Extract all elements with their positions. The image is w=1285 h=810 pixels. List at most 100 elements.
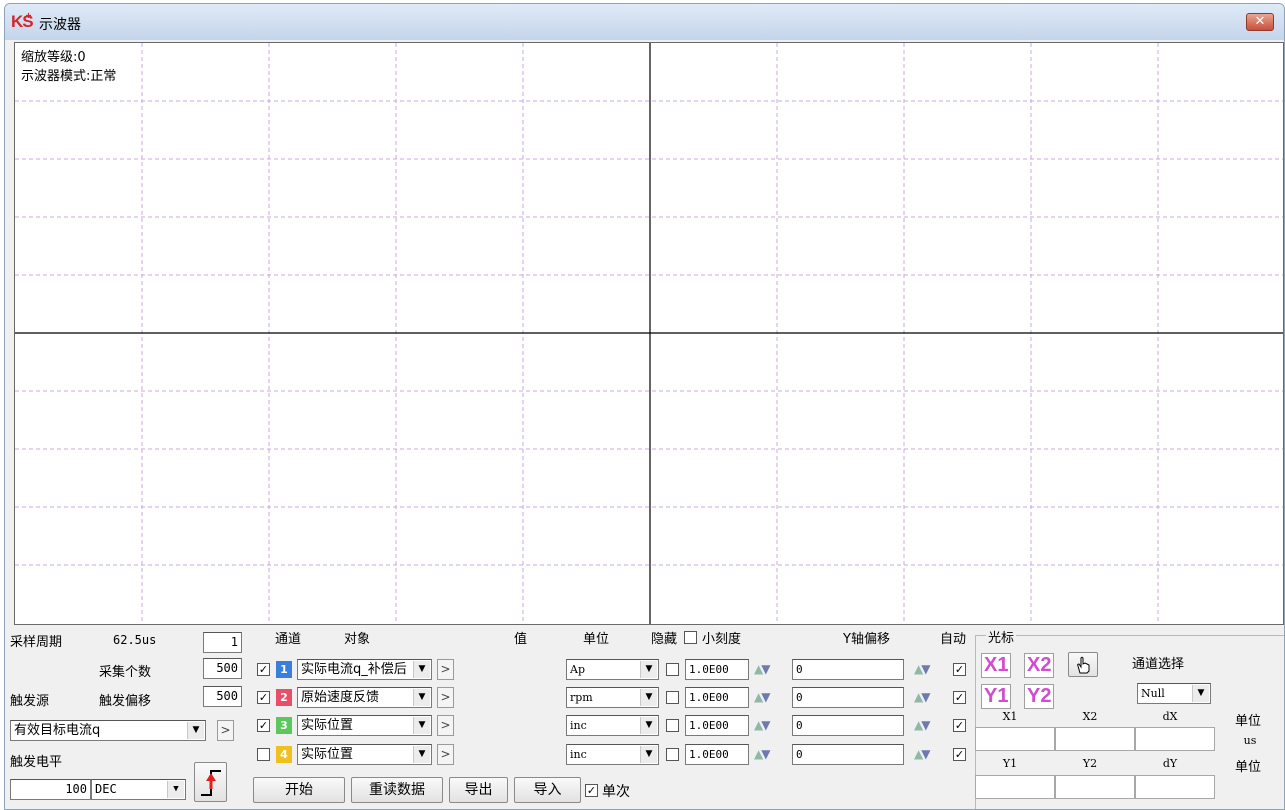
channel-unit-select[interactable]: Ap ▼	[566, 659, 659, 680]
channel-auto-checkbox[interactable]: ✓	[953, 663, 966, 676]
channel-enable-checkbox[interactable]: ✓	[257, 663, 270, 676]
chevron-down-icon: ▼	[1192, 685, 1209, 702]
sample-count-label: 采集个数	[99, 665, 152, 680]
header-hide: 隐藏	[651, 632, 678, 647]
col-dx-label: dX	[1162, 710, 1178, 723]
cursor-channel-select[interactable]: Null ▼	[1137, 683, 1211, 704]
chevron-down-icon: ▼	[413, 661, 430, 678]
close-button[interactable]: ✕	[1246, 13, 1274, 31]
channel-scale-input[interactable]: 1.0E00	[685, 687, 749, 708]
chevron-down-icon: ▼	[413, 746, 430, 763]
trigger-source-more-button[interactable]: >	[217, 720, 234, 741]
channel-enable-checkbox[interactable]	[257, 748, 270, 761]
channel-enable-checkbox[interactable]: ✓	[257, 719, 270, 732]
trigger-offset-input[interactable]: 500	[203, 686, 242, 707]
y1-value-cell	[975, 775, 1055, 799]
sample-count-input[interactable]: 500	[203, 658, 242, 679]
scale-spinner[interactable]: ▲▼	[754, 659, 788, 679]
trigger-level-label: 触发电平	[10, 755, 63, 770]
offset-spinner[interactable]: ▲▼	[914, 715, 948, 735]
number-format-select[interactable]: DEC ▼	[91, 779, 186, 800]
trigger-level-input[interactable]: 100	[10, 779, 91, 800]
cursor-y2-button[interactable]: Y2	[1024, 684, 1055, 709]
channel-offset-input[interactable]: 0	[792, 659, 904, 680]
offset-spinner[interactable]: ▲▼	[914, 659, 948, 679]
channel-offset-input[interactable]: 0	[792, 687, 904, 708]
export-button[interactable]: 导出	[449, 777, 508, 803]
channel-enable-checkbox[interactable]: ✓	[257, 691, 270, 704]
scale-spinner[interactable]: ▲▼	[754, 687, 788, 707]
scale-spinner[interactable]: ▲▼	[754, 744, 788, 764]
col-dy-label: dY	[1162, 757, 1178, 770]
hand-pointer-icon	[1077, 656, 1090, 674]
y2-value-cell	[1055, 775, 1135, 799]
unit-label-2: 单位	[1235, 760, 1262, 775]
header-fine-scale: 小刻度	[702, 632, 742, 647]
x2-value-cell	[1055, 727, 1135, 751]
scale-spinner[interactable]: ▲▼	[754, 715, 788, 735]
offset-spinner[interactable]: ▲▼	[914, 744, 948, 764]
channel-object-select[interactable]: 实际位置 ▼	[297, 715, 432, 736]
channel-object-more-button[interactable]: >	[437, 687, 454, 708]
scope-grid	[15, 43, 1283, 624]
channel-value-display	[459, 715, 563, 736]
rising-edge-icon	[201, 770, 221, 796]
import-button[interactable]: 导入	[514, 777, 581, 803]
channel-object-more-button[interactable]: >	[437, 744, 454, 765]
single-shot-checkbox[interactable]: ✓	[585, 784, 598, 797]
x1-value-cell	[975, 727, 1055, 751]
col-x1-label: X1	[1002, 710, 1018, 723]
channel-auto-checkbox[interactable]: ✓	[953, 719, 966, 732]
arrow-down-icon: ▼	[921, 690, 930, 704]
channel-unit-select[interactable]: rpm ▼	[566, 687, 659, 708]
fine-scale-checkbox[interactable]	[684, 631, 697, 644]
trigger-source-select[interactable]: 有效目标电流q ▼	[10, 720, 206, 741]
scope-display[interactable]: 缩放等级:0 示波器模式:正常	[14, 42, 1284, 625]
chevron-down-icon: ▼	[167, 781, 184, 798]
cursor-x2-button[interactable]: X2	[1024, 653, 1055, 678]
dx-value-cell	[1135, 727, 1215, 751]
chevron-down-icon: ▼	[187, 722, 204, 739]
channel-offset-input[interactable]: 0	[792, 744, 904, 765]
cursor-x1-button[interactable]: X1	[981, 653, 1012, 678]
channel-object-value: 实际位置	[301, 718, 354, 733]
channel-hide-checkbox[interactable]	[666, 748, 679, 761]
arrow-down-icon: ▼	[921, 718, 930, 732]
channel-value-display	[459, 744, 563, 765]
channel-object-more-button[interactable]: >	[437, 715, 454, 736]
trigger-edge-button[interactable]	[194, 762, 227, 802]
channel-object-select[interactable]: 实际位置 ▼	[297, 744, 432, 765]
start-button[interactable]: 开始	[253, 777, 345, 803]
channel-scale-input[interactable]: 1.0E00	[685, 659, 749, 680]
header-y-offset: Y轴偏移	[843, 632, 890, 647]
channel-object-value: 实际位置	[301, 747, 354, 762]
col-x2-label: X2	[1082, 710, 1098, 723]
channel-auto-checkbox[interactable]: ✓	[953, 748, 966, 761]
reread-data-button[interactable]: 重读数据	[351, 777, 443, 803]
channel-object-select[interactable]: 实际电流q_补偿后 ▼	[297, 659, 432, 680]
channel-number-badge: 2	[276, 689, 292, 706]
channel-scale-input[interactable]: 1.0E00	[685, 715, 749, 736]
zoom-level-text: 缩放等级:0	[21, 50, 86, 65]
arrow-down-icon: ▼	[761, 690, 770, 704]
channel-unit-value: Ap	[570, 663, 585, 676]
arrow-down-icon: ▼	[761, 662, 770, 676]
chevron-down-icon: ▼	[640, 717, 657, 734]
arrow-down-icon: ▼	[921, 662, 930, 676]
channel-auto-checkbox[interactable]: ✓	[953, 691, 966, 704]
channel-unit-select[interactable]: inc ▼	[566, 744, 659, 765]
channel-offset-input[interactable]: 0	[792, 715, 904, 736]
channel-hide-checkbox[interactable]	[666, 719, 679, 732]
hand-tool-button[interactable]	[1068, 652, 1098, 677]
channel-hide-checkbox[interactable]	[666, 691, 679, 704]
channel-unit-select[interactable]: inc ▼	[566, 715, 659, 736]
sample-period-input[interactable]: 1	[203, 632, 242, 653]
cursor-y1-button[interactable]: Y1	[981, 684, 1012, 709]
channel-scale-input[interactable]: 1.0E00	[685, 744, 749, 765]
channel-object-select[interactable]: 原始速度反馈 ▼	[297, 687, 432, 708]
offset-spinner[interactable]: ▲▼	[914, 687, 948, 707]
channel-hide-checkbox[interactable]	[666, 663, 679, 676]
channel-object-value: 实际电流q_补偿后	[301, 662, 407, 677]
header-value: 值	[514, 632, 528, 647]
channel-object-more-button[interactable]: >	[437, 659, 454, 680]
